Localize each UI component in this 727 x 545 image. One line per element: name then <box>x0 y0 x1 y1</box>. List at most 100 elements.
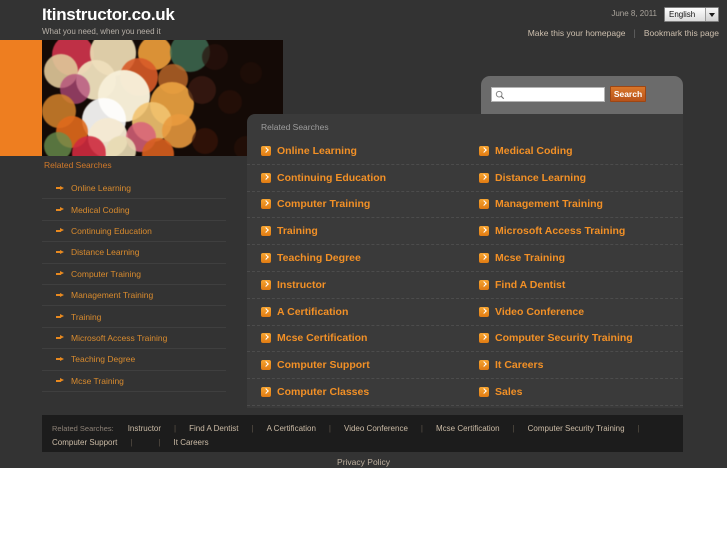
sidebar-item-label[interactable]: Management Training <box>71 290 153 300</box>
result-row: Training Microsoft Access Training <box>247 218 683 246</box>
result-link[interactable]: It Careers <box>495 359 543 371</box>
site-tagline: What you need, when you need it <box>42 27 161 36</box>
result-link[interactable]: Mcse Certification <box>277 332 367 344</box>
privacy-policy-link[interactable]: Privacy Policy <box>337 457 390 467</box>
brand-block: Itinstructor.co.uk What you need, when y… <box>42 5 175 38</box>
make-homepage-link[interactable]: Make this your homepage <box>528 28 626 38</box>
sidebar-item-label[interactable]: Computer Training <box>71 269 141 279</box>
search-input[interactable] <box>508 87 604 101</box>
result-cell[interactable]: Medical Coding <box>465 138 683 164</box>
result-link[interactable]: Computer Support <box>277 359 370 371</box>
footer-link[interactable]: A Certification <box>267 422 316 436</box>
sidebar-item[interactable]: Medical Coding <box>42 199 226 221</box>
result-cell[interactable]: It Careers <box>465 352 683 378</box>
result-link[interactable]: Online Learning <box>277 145 357 157</box>
result-cell[interactable]: Find A Dentist <box>465 272 683 298</box>
result-row: Mcse Certification Computer Security Trai… <box>247 326 683 353</box>
results-panel-shell: Search Related Searches Online Learning M… <box>247 76 683 408</box>
footer-link[interactable]: It Careers <box>174 436 209 450</box>
result-link[interactable]: Sales <box>495 386 522 398</box>
footer-separator: | <box>251 424 254 433</box>
result-cell[interactable]: Continuing Education <box>247 165 465 191</box>
footer-link[interactable]: Instructor <box>128 422 161 436</box>
result-link[interactable]: Distance Learning <box>495 172 586 184</box>
result-cell[interactable]: Mcse Certification <box>247 326 465 352</box>
chevron-right-icon <box>261 360 271 371</box>
search-button[interactable]: Search <box>610 86 646 102</box>
footer-label: Related Searches: <box>52 424 114 433</box>
chevron-right-icon <box>479 333 489 344</box>
result-link[interactable]: A Certification <box>277 306 348 318</box>
bookmark-page-link[interactable]: Bookmark this page <box>644 28 719 38</box>
result-cell[interactable]: Online Learning <box>247 138 465 164</box>
sidebar-related-searches: Related Searches Online Learning Medical … <box>42 160 226 392</box>
result-link[interactable]: Instructor <box>277 279 326 291</box>
sidebar-item-label[interactable]: Mcse Training <box>71 376 124 386</box>
result-cell[interactable]: Computer Support <box>247 352 465 378</box>
chevron-right-icon <box>479 360 489 371</box>
result-cell[interactable]: Computer Security Training <box>465 326 683 352</box>
sidebar-item[interactable]: Teaching Degree <box>42 349 226 371</box>
footer-link[interactable]: Video Conference <box>344 422 408 436</box>
result-cell[interactable]: Microsoft Access Training <box>465 218 683 244</box>
result-link[interactable]: Find A Dentist <box>495 279 565 291</box>
result-cell[interactable]: Teaching Degree <box>247 245 465 271</box>
arrow-right-icon <box>56 292 64 298</box>
result-link[interactable]: Mcse Training <box>495 252 565 264</box>
result-link[interactable]: Computer Classes <box>277 386 369 398</box>
result-link[interactable]: Computer Security Training <box>495 332 633 344</box>
result-link[interactable]: Management Training <box>495 198 603 210</box>
sidebar-item-label[interactable]: Microsoft Access Training <box>71 333 167 343</box>
result-cell[interactable]: Mcse Training <box>465 245 683 271</box>
chevron-right-icon <box>479 306 489 317</box>
language-select[interactable]: English <box>664 6 719 22</box>
chevron-right-icon <box>261 306 271 317</box>
sidebar-item[interactable]: Continuing Education <box>42 221 226 243</box>
footer-link[interactable]: Mcse Certification <box>436 422 500 436</box>
result-link[interactable]: Video Conference <box>495 306 584 318</box>
chevron-right-icon <box>261 145 271 156</box>
arrow-right-icon <box>56 378 64 383</box>
sidebar-item-label[interactable]: Medical Coding <box>71 205 130 215</box>
bokeh-circle <box>188 76 216 104</box>
sidebar-item-label[interactable]: Continuing Education <box>71 226 152 236</box>
arrow-right-icon <box>56 228 64 233</box>
search-input-wrapper[interactable] <box>491 86 605 102</box>
sidebar-item[interactable]: Microsoft Access Training <box>42 328 226 350</box>
sidebar-item[interactable]: Mcse Training <box>42 371 226 392</box>
result-link[interactable]: Microsoft Access Training <box>495 225 625 237</box>
result-cell[interactable]: Computer Training <box>247 192 465 218</box>
header-links: Make this your homepage | Bookmark this … <box>528 28 719 38</box>
result-cell[interactable]: Training <box>247 218 465 244</box>
result-cell[interactable]: Computer Classes <box>247 379 465 405</box>
footer-separator: | <box>158 438 161 447</box>
sidebar-item[interactable]: Computer Training <box>42 264 226 285</box>
result-link[interactable]: Training <box>277 225 318 237</box>
sidebar-item[interactable]: Training <box>42 306 226 328</box>
sidebar-item-label[interactable]: Teaching Degree <box>71 354 135 364</box>
result-link[interactable]: Continuing Education <box>277 172 386 184</box>
result-link[interactable]: Medical Coding <box>495 145 573 157</box>
sidebar-item[interactable]: Online Learning <box>42 178 226 200</box>
sidebar-item-label[interactable]: Distance Learning <box>71 247 140 257</box>
sidebar-item[interactable]: Distance Learning <box>42 242 226 264</box>
footer-link[interactable]: Computer Security Training <box>528 422 625 436</box>
search-bar: Search <box>481 76 683 116</box>
footer-separator: | <box>328 424 331 433</box>
result-cell[interactable]: Sales <box>465 379 683 405</box>
footer-link[interactable]: Computer Support <box>52 436 117 450</box>
result-cell[interactable]: Instructor <box>247 272 465 298</box>
bokeh-circle <box>192 128 218 154</box>
result-cell[interactable]: A Certification <box>247 299 465 325</box>
result-cell[interactable]: Video Conference <box>465 299 683 325</box>
result-cell[interactable]: Management Training <box>465 192 683 218</box>
sidebar-item-label[interactable]: Training <box>71 312 101 322</box>
arrow-right-icon <box>56 207 64 212</box>
sidebar-item-label[interactable]: Online Learning <box>71 183 131 193</box>
result-link[interactable]: Teaching Degree <box>277 252 361 264</box>
result-cell[interactable]: Distance Learning <box>465 165 683 191</box>
sidebar-item[interactable]: Management Training <box>42 285 226 307</box>
result-link[interactable]: Computer Training <box>277 198 370 210</box>
footer-link[interactable]: Find A Dentist <box>189 422 238 436</box>
footer-separator: | <box>174 424 177 433</box>
